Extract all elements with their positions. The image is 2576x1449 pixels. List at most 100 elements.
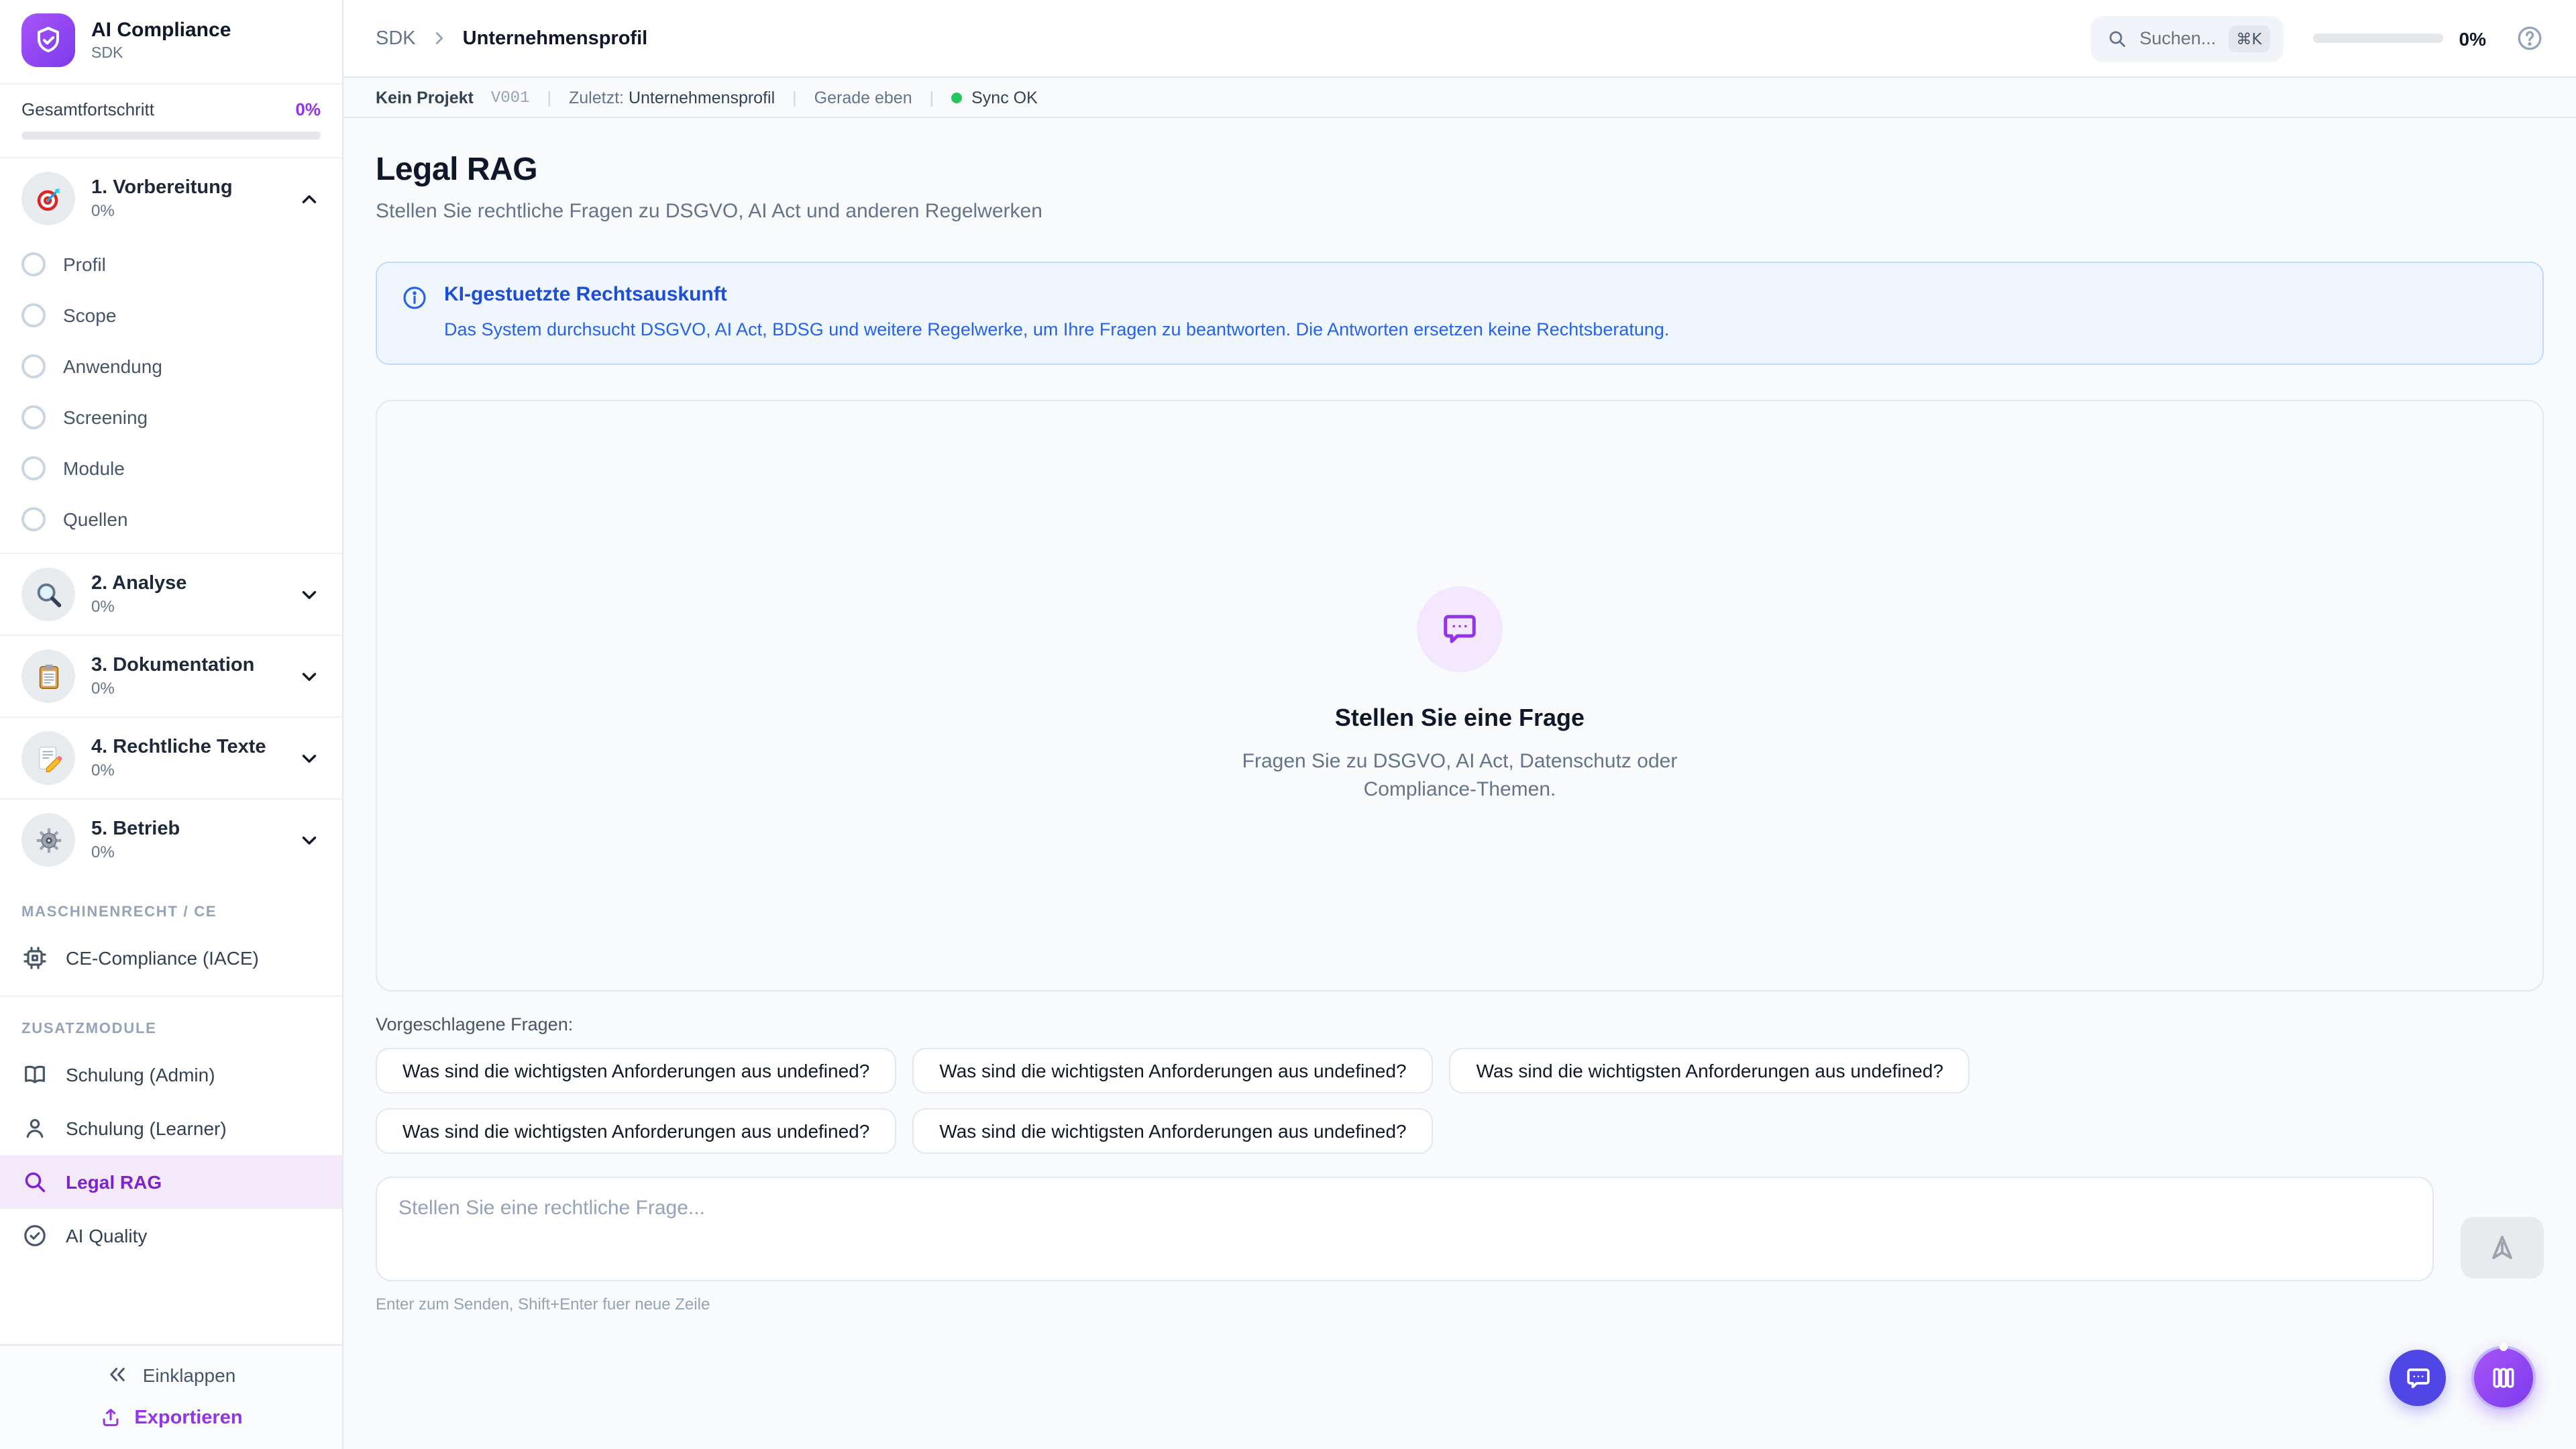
- breadcrumb-root[interactable]: SDK: [376, 28, 416, 49]
- page-title: Legal RAG: [376, 152, 2544, 189]
- sidebar-item-legal-rag[interactable]: Legal RAG: [0, 1155, 342, 1209]
- phase-label: 2. Analyse: [91, 573, 282, 594]
- phase-analyse[interactable]: 2. Analyse 0%: [0, 554, 342, 635]
- sync-status: Sync OK: [951, 88, 1038, 107]
- suggestions-label: Vorgeschlagene Fragen:: [376, 1014, 2544, 1034]
- sidebar-item-quellen[interactable]: Quellen: [0, 494, 342, 545]
- phase-label: 3. Dokumentation: [91, 655, 282, 676]
- info-banner-title: KI-gestuetzte Rechtsauskunft: [444, 283, 1669, 306]
- question-input[interactable]: [376, 1177, 2434, 1281]
- sidebar-item-ce-compliance[interactable]: CE-Compliance (IACE): [0, 931, 342, 985]
- status-circle-icon: [21, 252, 46, 276]
- chevron-down-icon: [298, 828, 321, 851]
- magnifier-icon: [21, 568, 75, 621]
- chevron-down-icon: [298, 665, 321, 688]
- phase-label: 5. Betrieb: [91, 818, 282, 840]
- search-placeholder: Suchen...: [2139, 28, 2216, 48]
- chevron-down-icon: [298, 583, 321, 606]
- info-banner: KI-gestuetzte Rechtsauskunft Das System …: [376, 262, 2544, 365]
- info-icon: [401, 284, 428, 343]
- help-icon[interactable]: [2516, 24, 2544, 52]
- gear-icon: [21, 813, 75, 867]
- phase-label: 1. Vorbereitung: [91, 177, 282, 199]
- phase-dokumentation[interactable]: 3. Dokumentation 0%: [0, 636, 342, 716]
- phase-vorbereitung[interactable]: 1. Vorbereitung 0%: [0, 158, 342, 239]
- sync-ok-dot-icon: [951, 92, 962, 103]
- sidebar-item-schulung-admin[interactable]: Schulung (Admin): [0, 1048, 342, 1102]
- memo-icon: [21, 731, 75, 785]
- info-banner-text: KI-gestuetzte Rechtsauskunft Das System …: [444, 283, 1669, 343]
- sidebar-item-scope[interactable]: Scope: [0, 290, 342, 341]
- empty-state-title: Stellen Sie eine Frage: [1335, 704, 1585, 732]
- sidebar-item-profil[interactable]: Profil: [0, 239, 342, 290]
- search-icon: [21, 1169, 48, 1195]
- phase-label: 4. Rechtliche Texte: [91, 737, 282, 758]
- composer-hint: Enter zum Senden, Shift+Enter fuer neue …: [376, 1295, 2544, 1313]
- sidebar-nav: 1. Vorbereitung 0% Profil Scope: [0, 158, 342, 1344]
- columns-icon: [2489, 1363, 2518, 1393]
- notification-dot-icon: [2500, 1343, 2508, 1351]
- overall-progress-label: Gesamtfortschritt: [21, 99, 154, 119]
- chevrons-left-icon: [107, 1363, 129, 1386]
- brand-logo: [21, 13, 75, 67]
- separator: |: [792, 88, 797, 107]
- panels-fab-button[interactable]: [2471, 1346, 2536, 1410]
- separator: |: [930, 88, 934, 107]
- sidebar-item-ai-quality[interactable]: AI Quality: [0, 1209, 342, 1263]
- send-button[interactable]: [2461, 1217, 2544, 1279]
- brand-text: AI Compliance SDK: [91, 19, 231, 62]
- search-button[interactable]: Suchen... ⌘K: [2090, 15, 2283, 61]
- chat-bubble-badge: [1417, 586, 1503, 672]
- section-label-zusatzmodule: ZUSATZMODULE: [0, 997, 342, 1048]
- phase-percent: 0%: [91, 201, 282, 220]
- overall-progress-value: 0%: [295, 99, 321, 119]
- breadcrumb-current: Unternehmensprofil: [463, 28, 648, 49]
- export-button[interactable]: Exportieren: [21, 1406, 321, 1429]
- empty-state-body: Fragen Sie zu DSGVO, AI Act, Datenschutz…: [1228, 747, 1691, 805]
- overall-progress-bar: [21, 131, 321, 140]
- suggestion-chip[interactable]: Was sind die wichtigsten Anforderungen a…: [912, 1048, 1433, 1093]
- composer: [376, 1177, 2544, 1281]
- sidebar-footer: Einklappen Exportieren: [0, 1344, 342, 1449]
- status-bar: Kein Projekt V001 | Zuletzt: Unternehmen…: [343, 78, 2576, 118]
- sidebar-item-schulung-learner[interactable]: Schulung (Learner): [0, 1102, 342, 1155]
- chat-bubble-icon: [1440, 608, 1480, 649]
- main-area: SDK Unternehmensprofil Suchen... ⌘K 0%: [343, 0, 2576, 1449]
- user-icon: [21, 1115, 48, 1142]
- phase-betrieb[interactable]: 5. Betrieb 0%: [0, 800, 342, 880]
- phase-rechtliche-texte[interactable]: 4. Rechtliche Texte 0%: [0, 718, 342, 798]
- section-label-maschinenrecht: MASCHINENRECHT / CE: [0, 880, 342, 931]
- overall-progress: Gesamtfortschritt 0%: [0, 85, 342, 157]
- brand: AI Compliance SDK: [0, 0, 342, 83]
- last-saved: Zuletzt: Unternehmensprofil: [569, 88, 775, 107]
- app-title: AI Compliance: [91, 19, 231, 44]
- suggestion-chip[interactable]: Was sind die wichtigsten Anforderungen a…: [376, 1108, 896, 1154]
- sidebar-item-module[interactable]: Module: [0, 443, 342, 494]
- status-circle-icon: [21, 405, 46, 429]
- header-progress-bar: [2313, 34, 2443, 43]
- phase-vorbereitung-items: Profil Scope Anwendung Screening Module: [0, 239, 342, 553]
- suggestion-chip[interactable]: Was sind die wichtigsten Anforderungen a…: [1450, 1048, 1970, 1093]
- chat-bubble-icon: [2404, 1364, 2432, 1392]
- collapse-sidebar-button[interactable]: Einklappen: [21, 1363, 321, 1386]
- page-subtitle: Stellen Sie rechtliche Fragen zu DSGVO, …: [376, 200, 2544, 223]
- phase-percent: 0%: [91, 843, 282, 861]
- app-root: AI Compliance SDK Gesamtfortschritt 0%: [0, 0, 2576, 1449]
- separator: |: [547, 88, 552, 107]
- chevron-right-icon: [429, 28, 449, 48]
- sidebar: AI Compliance SDK Gesamtfortschritt 0%: [0, 0, 343, 1449]
- project-name: Kein Projekt: [376, 88, 474, 107]
- suggestion-chips: Was sind die wichtigsten Anforderungen a…: [376, 1048, 2026, 1154]
- top-bar: SDK Unternehmensprofil Suchen... ⌘K 0%: [343, 0, 2576, 78]
- sidebar-item-anwendung[interactable]: Anwendung: [0, 341, 342, 392]
- status-circle-icon: [21, 354, 46, 378]
- check-circle-icon: [21, 1222, 48, 1249]
- target-icon: [21, 172, 75, 225]
- top-bar-right: Suchen... ⌘K 0%: [2090, 15, 2544, 61]
- sidebar-item-screening[interactable]: Screening: [0, 392, 342, 443]
- suggestion-chip[interactable]: Was sind die wichtigsten Anforderungen a…: [376, 1048, 896, 1093]
- keyboard-shortcut-badge: ⌘K: [2228, 25, 2269, 52]
- suggestion-chip[interactable]: Was sind die wichtigsten Anforderungen a…: [912, 1108, 1433, 1154]
- chat-fab-button[interactable]: [2390, 1350, 2446, 1406]
- status-circle-icon: [21, 303, 46, 327]
